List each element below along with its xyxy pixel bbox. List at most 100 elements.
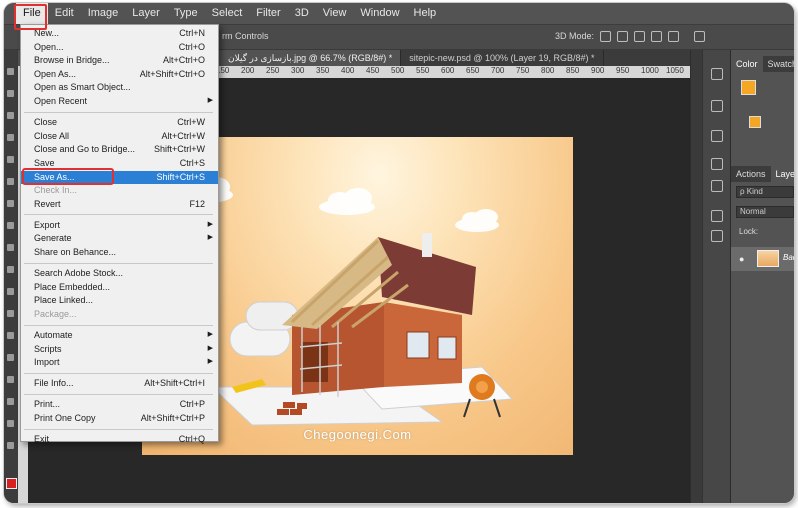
- menu-3d[interactable]: 3D: [288, 3, 316, 24]
- menu-item-place-linked[interactable]: Place Linked...: [21, 294, 218, 307]
- menu-item-close-and-go-to-bridge[interactable]: Close and Go to Bridge... Shift+Ctrl+W: [21, 143, 218, 156]
- brush-panel-icon[interactable]: [711, 130, 723, 142]
- menu-bar: File Edit Image Layer Type Select Filter 3D View…: [4, 3, 794, 24]
- camera-icon[interactable]: [694, 31, 705, 42]
- menu-item-save-as[interactable]: Save As... Shift+Ctrl+S: [21, 170, 218, 184]
- menu-item-label: Generate: [34, 233, 72, 244]
- history-panel-icon[interactable]: [711, 68, 723, 80]
- menu-item-label: New...: [34, 28, 60, 38]
- menu-separator: [24, 372, 213, 374]
- clone-source-panel-icon[interactable]: [711, 158, 723, 170]
- menu-item-open-as[interactable]: Open As... Alt+Shift+Ctrl+O: [21, 68, 218, 81]
- menu-item-open[interactable]: Open... Ctrl+O: [21, 41, 218, 54]
- menu-filter[interactable]: Filter: [249, 3, 287, 24]
- menu-item-print[interactable]: Print... Ctrl+P: [21, 398, 218, 411]
- foreground-color-chip[interactable]: [741, 80, 756, 95]
- hand-tool-icon[interactable]: [7, 376, 14, 383]
- layer-name: Bac: [783, 253, 794, 262]
- quick-select-tool-icon[interactable]: [7, 134, 14, 141]
- menu-item-print-one-copy[interactable]: Print One Copy Alt+Shift+Ctrl+P: [21, 412, 218, 425]
- orbit-3d-icon[interactable]: [600, 31, 611, 42]
- layer-row[interactable]: ● Bac: [731, 247, 794, 271]
- shape-tool-icon[interactable]: [7, 354, 14, 361]
- gradient-tool-icon[interactable]: [7, 266, 14, 273]
- edit-toolbar-icon[interactable]: [7, 442, 14, 449]
- menu-item-import[interactable]: Import ▶: [21, 356, 218, 369]
- eyedropper-tool-icon[interactable]: [7, 178, 14, 185]
- slide-3d-icon[interactable]: [651, 31, 662, 42]
- menu-item-close-all[interactable]: Close All Alt+Ctrl+W: [21, 130, 218, 143]
- menu-item-label: Save: [34, 157, 55, 168]
- roll-3d-icon[interactable]: [617, 31, 628, 42]
- lasso-tool-icon[interactable]: [7, 112, 14, 119]
- tab-actions[interactable]: Actions: [731, 166, 771, 182]
- crop-tool-icon[interactable]: [7, 156, 14, 163]
- menu-item-label: Revert: [34, 198, 61, 209]
- menu-window[interactable]: Window: [353, 3, 406, 24]
- menu-item-label: Import: [34, 357, 60, 368]
- menu-item-file-info[interactable]: File Info... Alt+Shift+Ctrl+I: [21, 377, 218, 390]
- scale-3d-icon[interactable]: [668, 31, 679, 42]
- menu-edit[interactable]: Edit: [48, 3, 81, 24]
- menu-item-search-adobe-stock[interactable]: Search Adobe Stock...: [21, 267, 218, 280]
- brush-tool-icon[interactable]: [7, 200, 14, 207]
- menu-separator: [24, 111, 213, 113]
- collapsed-panels-strip: [702, 50, 731, 503]
- eye-icon[interactable]: ●: [739, 254, 744, 264]
- move-tool-icon[interactable]: [7, 68, 14, 75]
- ruler-tick: 750: [516, 66, 530, 75]
- menu-item-label: Save As...: [34, 171, 75, 182]
- menu-item-scripts[interactable]: Scripts ▶: [21, 343, 218, 356]
- menu-item-label: Open As...: [34, 68, 77, 79]
- submenu-arrow-icon: ▶: [207, 358, 213, 366]
- menu-item-shortcut: Shift+Ctrl+W: [153, 144, 205, 155]
- menu-separator: [24, 428, 213, 430]
- clone-tool-icon[interactable]: [7, 222, 14, 229]
- menu-item-automate[interactable]: Automate ▶: [21, 329, 218, 342]
- menu-item-label: Close: [34, 117, 58, 128]
- menu-item-revert[interactable]: Revert F12: [21, 198, 218, 211]
- pen-tool-icon[interactable]: [7, 288, 14, 295]
- ruler-tick: 650: [466, 66, 480, 75]
- menu-item-export[interactable]: Export ▶: [21, 219, 218, 232]
- menu-item-open-recent[interactable]: Open Recent ▶: [21, 95, 218, 108]
- menu-help[interactable]: Help: [407, 3, 444, 24]
- menu-type[interactable]: Type: [167, 3, 205, 24]
- type-tool-icon[interactable]: [7, 310, 14, 317]
- menu-file[interactable]: File: [16, 3, 48, 24]
- ruler-tick: 550: [416, 66, 430, 75]
- menu-item-package: Package...: [21, 308, 218, 321]
- pan-3d-icon[interactable]: [634, 31, 645, 42]
- tab-document-2[interactable]: sitepic-new.psd @ 100% (Layer 19, RGB/8#…: [401, 50, 604, 66]
- menu-item-place-embedded[interactable]: Place Embedded...: [21, 281, 218, 294]
- menu-image[interactable]: Image: [81, 3, 126, 24]
- menu-item-generate[interactable]: Generate ▶: [21, 232, 218, 245]
- menu-item-shortcut: Alt+Ctrl+O: [162, 55, 205, 66]
- marquee-tool-icon[interactable]: [7, 90, 14, 97]
- layer-kind-filter[interactable]: ρ Kind: [736, 186, 794, 198]
- menu-layer[interactable]: Layer: [125, 3, 167, 24]
- zoom-tool-icon[interactable]: [7, 398, 14, 405]
- menu-view[interactable]: View: [316, 3, 354, 24]
- tab-swatches[interactable]: Swatches: [763, 56, 794, 72]
- properties-panel-icon[interactable]: [711, 100, 723, 112]
- menu-item-browse-in-bridge[interactable]: Browse in Bridge... Alt+Ctrl+O: [21, 54, 218, 67]
- menu-item-new[interactable]: New... Ctrl+N: [21, 27, 218, 40]
- more-tools-icon[interactable]: [7, 420, 14, 427]
- character-panel-icon[interactable]: [711, 210, 723, 222]
- menu-item-open-as-smart-object[interactable]: Open as Smart Object...: [21, 81, 218, 94]
- blend-mode-select[interactable]: Normal: [736, 206, 794, 218]
- eraser-tool-icon[interactable]: [7, 244, 14, 251]
- tab-color[interactable]: Color: [731, 56, 763, 72]
- menu-item-exit[interactable]: Exit Ctrl+Q: [21, 433, 218, 446]
- path-select-tool-icon[interactable]: [7, 332, 14, 339]
- tab-layers[interactable]: Layers: [770, 166, 794, 182]
- menu-item-close[interactable]: Close Ctrl+W: [21, 116, 218, 129]
- paragraph-panel-icon[interactable]: [711, 230, 723, 242]
- menu-item-save[interactable]: Save Ctrl+S: [21, 157, 218, 170]
- adjustments-panel-icon[interactable]: [711, 180, 723, 192]
- menu-select[interactable]: Select: [205, 3, 250, 24]
- menu-item-share-on-behance[interactable]: Share on Behance...: [21, 246, 218, 259]
- foreground-color-swatch[interactable]: [6, 478, 17, 489]
- menu-item-label: Close and Go to Bridge...: [34, 144, 136, 155]
